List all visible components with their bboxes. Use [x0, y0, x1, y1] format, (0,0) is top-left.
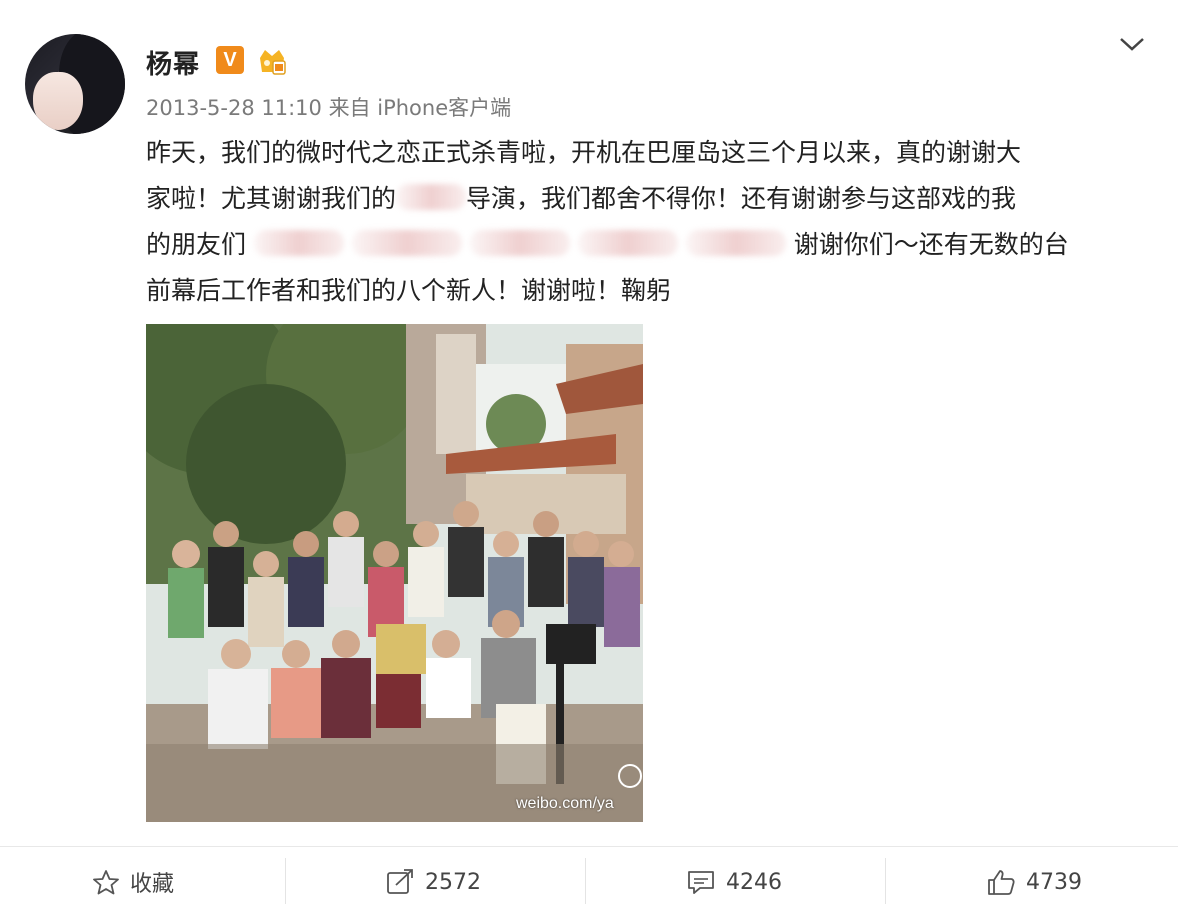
- thumbs-up-icon: [988, 870, 1015, 895]
- star-icon: [93, 870, 119, 895]
- avatar[interactable]: [25, 34, 125, 134]
- favorite-button[interactable]: 收藏: [92, 862, 174, 902]
- repost-count: 2572: [425, 869, 481, 895]
- weibo-logo-icon: [618, 764, 642, 788]
- blurred-mention[interactable]: [469, 230, 570, 256]
- action-divider: [885, 858, 886, 904]
- favorite-label: 收藏: [130, 872, 175, 897]
- chevron-down-icon[interactable]: [1118, 34, 1146, 54]
- weibo-post-card: 杨幂 V 2013-5-28 11:10 来自 iPhone客户端 昨天，我们的…: [0, 0, 1178, 912]
- blurred-mention: [396, 184, 467, 210]
- divider: [0, 846, 1178, 847]
- like-button[interactable]: 4739: [986, 862, 1082, 902]
- repost-button[interactable]: 2572: [385, 862, 481, 902]
- action-divider: [285, 858, 286, 904]
- like-count: 4739: [1026, 869, 1082, 895]
- comment-button[interactable]: 4246: [686, 862, 782, 902]
- blurred-mention[interactable]: [685, 230, 786, 256]
- group-photo-image: [146, 324, 643, 822]
- blurred-mention[interactable]: [253, 230, 344, 256]
- image-watermark: weibo.com/ya: [516, 795, 614, 812]
- post-timestamp[interactable]: 2013-5-28 11:10: [146, 96, 322, 120]
- verified-badge-icon[interactable]: V: [216, 46, 244, 74]
- member-crown-icon[interactable]: [256, 46, 288, 76]
- post-source[interactable]: 来自 iPhone客户端: [329, 96, 512, 120]
- post-meta: 2013-5-28 11:10 来自 iPhone客户端: [146, 92, 511, 122]
- post-text-line: 的朋友们 谢谢你们～还有无数的台: [146, 230, 1069, 259]
- comment-count: 4246: [726, 869, 782, 895]
- repost-icon: [387, 869, 413, 894]
- blurred-mention[interactable]: [577, 230, 678, 256]
- post-text: 昨天，我们的微时代之恋正式杀青啦，开机在巴厘岛这三个月以来，真的谢谢大 家啦！尤…: [146, 130, 1156, 314]
- blurred-mention[interactable]: [351, 230, 462, 256]
- username[interactable]: 杨幂: [146, 44, 200, 81]
- post-text-line: 昨天，我们的微时代之恋正式杀青啦，开机在巴厘岛这三个月以来，真的谢谢大: [146, 138, 1022, 167]
- action-divider: [585, 858, 586, 904]
- post-photo[interactable]: [146, 324, 643, 822]
- post-text-line: 前幕后工作者和我们的八个新人！谢谢啦！鞠躬: [146, 276, 672, 305]
- comment-icon: [688, 871, 714, 894]
- post-text-line: 家啦！尤其谢谢我们的 导演，我们都舍不得你！还有谢谢参与这部戏的我: [146, 184, 1017, 213]
